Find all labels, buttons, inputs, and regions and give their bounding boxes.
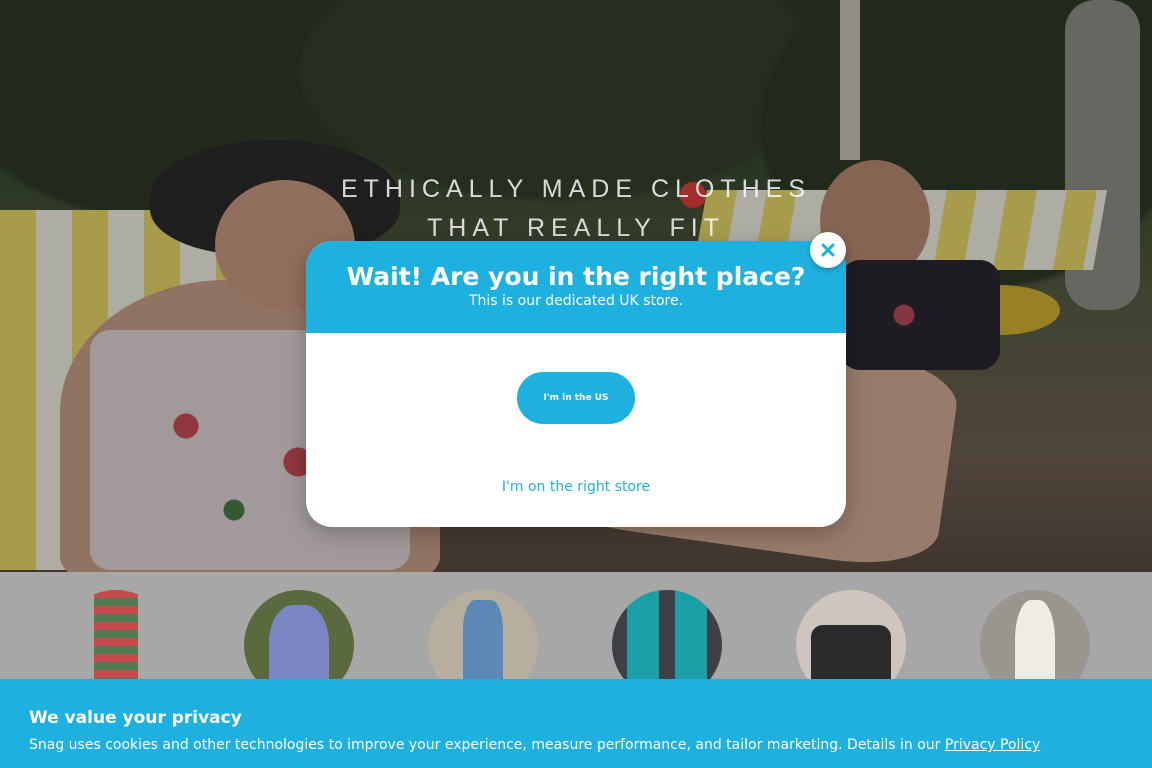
privacy-policy-link[interactable]: Privacy Policy [945,737,1040,753]
privacy-banner: We value your privacy Snag uses cookies … [0,679,1152,768]
close-button[interactable] [810,232,846,268]
category-strip [0,572,1152,700]
privacy-title: We value your privacy [29,708,242,728]
hero-headline-line-1: ETHICALLY MADE CLOTHES [340,175,812,203]
us-store-button[interactable]: I'm in the US [517,372,635,424]
modal-subtitle: This is our dedicated UK store. [468,293,684,309]
right-store-link[interactable]: I'm on the right store [306,479,846,495]
privacy-description: Snag uses cookies and other technologies… [29,737,945,753]
page: ETHICALLY MADE CLOTHES THAT REALLY FIT W… [0,0,1152,768]
modal-title: Wait! Are you in the right place? [346,262,806,291]
region-modal: Wait! Are you in the right place? This i… [306,241,846,527]
privacy-text: Snag uses cookies and other technologies… [29,737,1040,753]
hero-headline: ETHICALLY MADE CLOTHES THAT REALLY FIT [0,170,1152,248]
modal-header: Wait! Are you in the right place? This i… [306,241,846,333]
close-icon [821,243,835,257]
